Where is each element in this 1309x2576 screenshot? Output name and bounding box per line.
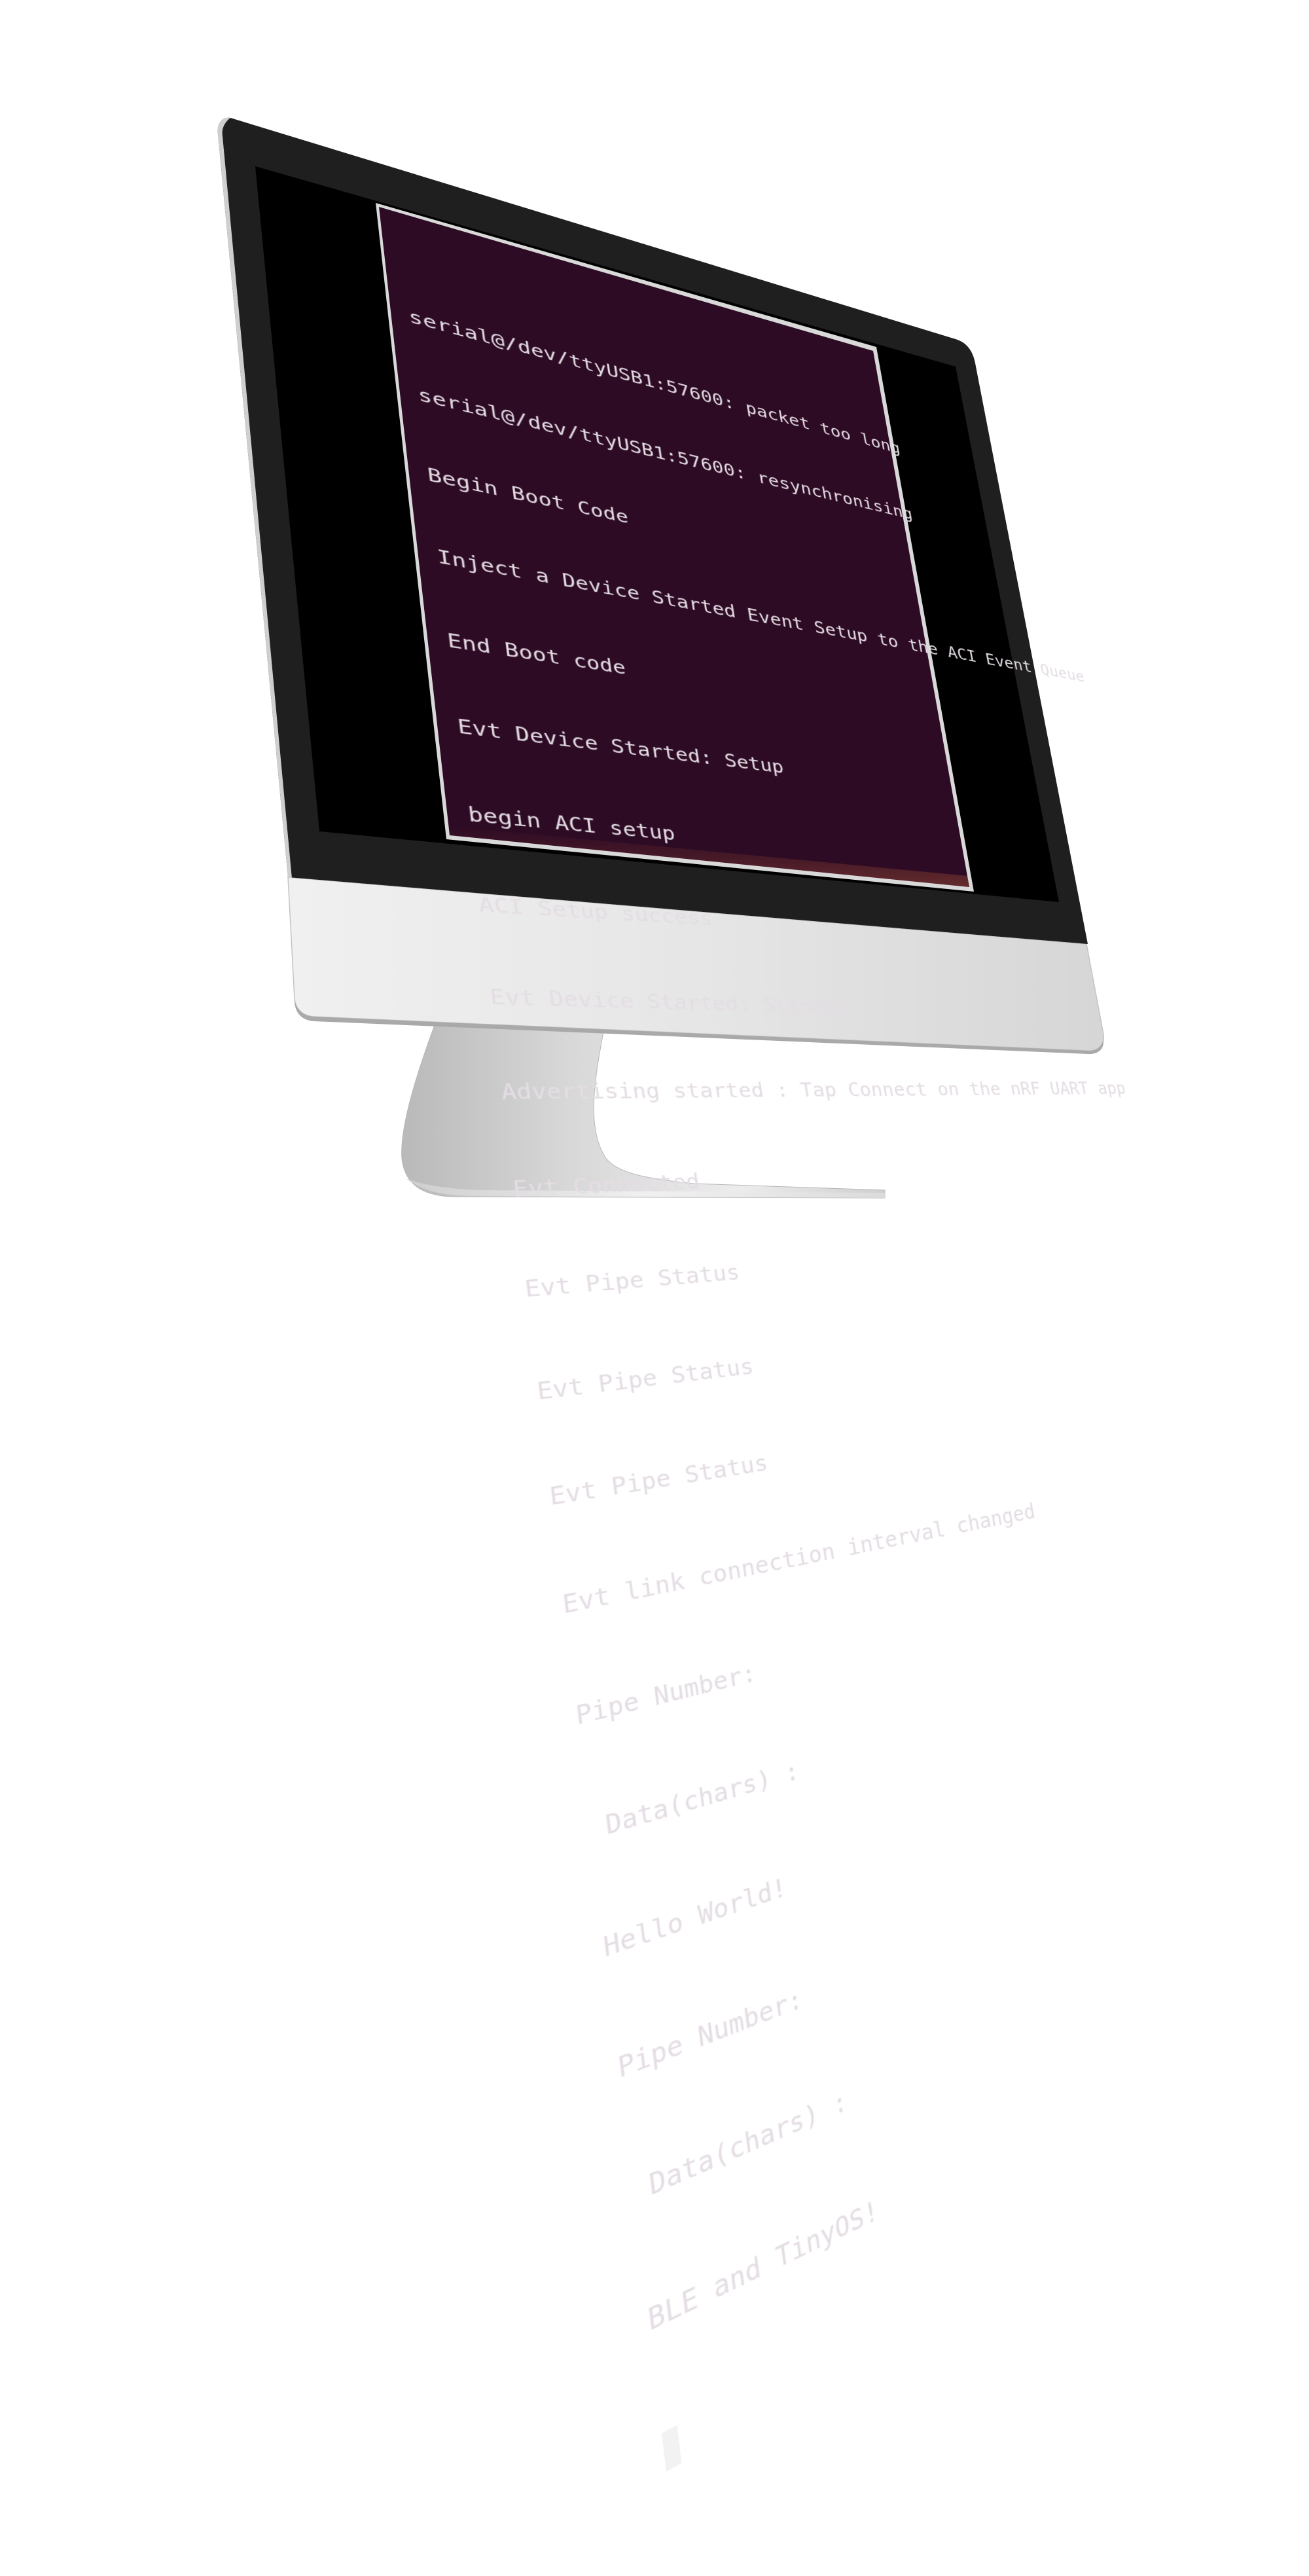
terminal-line: Evt link connection interval changed <box>560 1498 1037 1620</box>
imac-mockup: serial@/dev/ttyUSB1:57600: packet too lo… <box>0 0 1309 2472</box>
terminal-line: BLE and TinyOS! <box>646 2193 880 2338</box>
imac-illustration <box>217 117 1104 1199</box>
stand <box>401 1017 886 1199</box>
terminal-line: Data(chars) : <box>587 1755 801 1846</box>
terminal-line: Hello World! <box>601 1871 789 1964</box>
terminal-line: Evt Pipe Status <box>535 1352 755 1406</box>
terminal-line: Evt Pipe Status <box>548 1449 770 1512</box>
terminal-line: Data(chars) : <box>630 2084 850 2210</box>
terminal-prompt-line[interactable] <box>661 2151 1194 2475</box>
terminal-line: Pipe Number: <box>574 1658 758 1732</box>
terminal-line: Pipe Number: <box>616 1982 804 2085</box>
terminal-window-background <box>379 207 969 887</box>
text-cursor <box>661 2425 682 2472</box>
